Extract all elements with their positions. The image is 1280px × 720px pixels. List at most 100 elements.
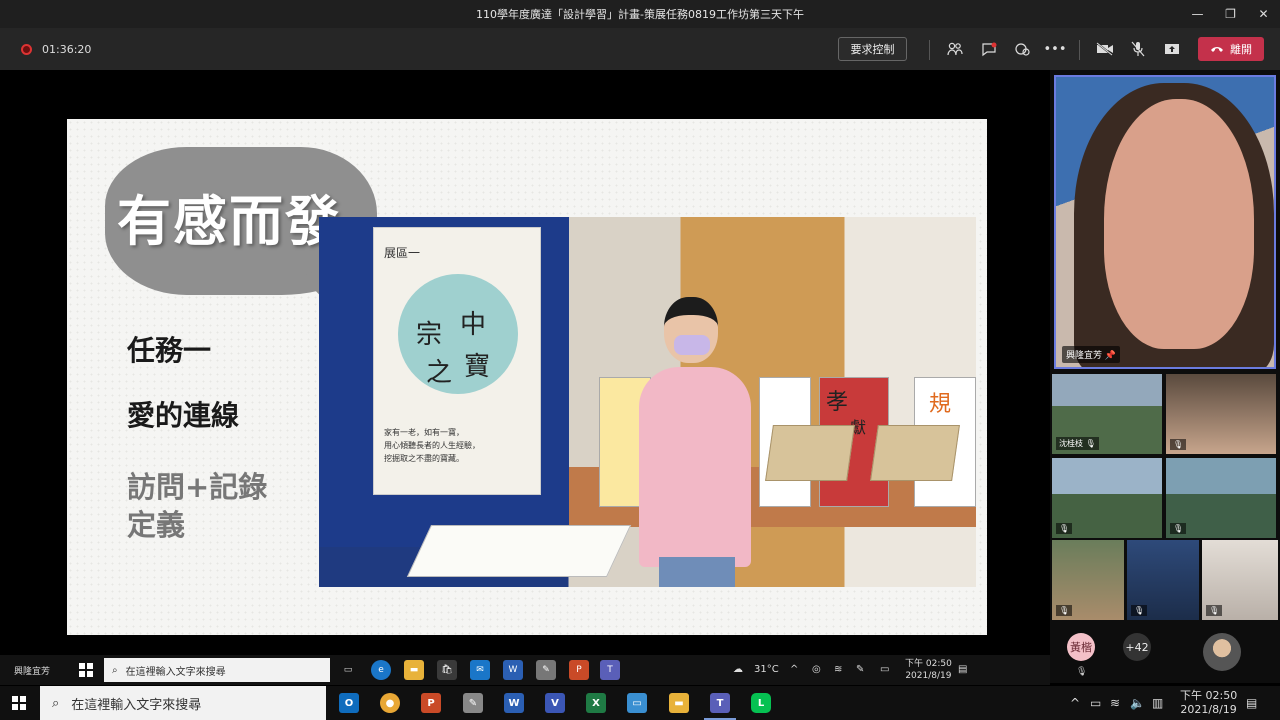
edge-icon: e bbox=[371, 660, 391, 680]
card-char: 孝 bbox=[826, 390, 849, 415]
pinned-video[interactable]: 興隆宜芳 📌 bbox=[1054, 75, 1276, 369]
powerpoint-icon[interactable]: P bbox=[421, 693, 441, 713]
powerpoint-icon: P bbox=[569, 660, 589, 680]
shared-time: 下午 02:50 bbox=[905, 659, 952, 669]
sharer-name: 興隆宜芳 bbox=[14, 667, 51, 677]
pinned-name: 興隆宜芳 📌 bbox=[1062, 346, 1121, 363]
phone-hangup-icon bbox=[1210, 43, 1224, 56]
photo-student-legs bbox=[659, 557, 735, 587]
shared-search-box: ⌕ 在這裡輸入文字來搜尋 bbox=[104, 658, 330, 682]
weather-icon: ☁ bbox=[733, 664, 743, 675]
mic-off-icon: 🎙 bbox=[1056, 523, 1073, 534]
tray-chevron-icon: ^ bbox=[790, 664, 799, 675]
taskbar-search-box[interactable]: ⌕ 在這裡輸入文字來搜尋 bbox=[40, 686, 326, 720]
shared-clock: 下午 02:50 2021/8/19 bbox=[905, 658, 952, 682]
search-icon: ⌕ bbox=[112, 664, 118, 676]
chat-icon[interactable] bbox=[979, 39, 999, 59]
word-icon: W bbox=[503, 660, 523, 680]
poster-char: 寶 bbox=[464, 352, 491, 382]
shared-screen: 有感而發 任務一 愛的連線 訪問+記錄 定義 展區一 宗 中 之 寶 家有一老，… bbox=[5, 73, 1050, 683]
tray-chevron-icon[interactable]: ^ bbox=[1070, 696, 1080, 710]
poster-line: 用心傾聽長者的人生經驗， bbox=[384, 441, 480, 450]
excel-icon[interactable]: X bbox=[586, 693, 606, 713]
task-view-icon: ▭ bbox=[343, 665, 353, 675]
camera-off-icon[interactable] bbox=[1095, 39, 1115, 59]
toolbar-divider bbox=[929, 40, 930, 60]
exhibition-photo: 展區一 宗 中 之 寶 家有一老，如有一寶， 用心傾聽長者的人生經驗， 挖掘取之… bbox=[319, 217, 976, 587]
reactions-icon[interactable] bbox=[1012, 39, 1032, 59]
wifi-icon[interactable]: ≋ bbox=[1110, 696, 1120, 710]
poster-char: 宗 bbox=[416, 320, 443, 350]
wifi-icon: ≋ bbox=[834, 664, 843, 675]
line-icon[interactable]: L bbox=[751, 693, 771, 713]
presentation-slide: 有感而發 任務一 愛的連線 訪問+記錄 定義 展區一 宗 中 之 寶 家有一老，… bbox=[67, 119, 987, 635]
taskbar-clock[interactable]: 下午 02:50 2021/8/19 bbox=[1180, 689, 1237, 717]
share-icon[interactable] bbox=[1162, 39, 1182, 59]
participant-tile[interactable]: 🎙 bbox=[1202, 540, 1278, 620]
mic-off-icon[interactable] bbox=[1128, 39, 1148, 59]
tile-name: 沈桂枝 🎙 bbox=[1056, 437, 1099, 450]
windows-start-button[interactable] bbox=[12, 696, 26, 710]
photo-student-mask bbox=[674, 335, 710, 355]
taskbar-date: 2021/8/19 bbox=[1180, 703, 1237, 716]
poster-heading: 展區一 bbox=[384, 246, 421, 260]
participant-tile[interactable]: 🎙 bbox=[1127, 540, 1199, 620]
participant-avatar[interactable] bbox=[1203, 633, 1241, 671]
maximize-button[interactable]: ❐ bbox=[1214, 0, 1247, 28]
card-char: 規 bbox=[929, 392, 952, 417]
shared-screen-taskbar: 興隆宜芳 ⌕ 在這裡輸入文字來搜尋 ▭ e ▬ 🛍 ✉ W ✎ P T ☁ 31… bbox=[0, 655, 1050, 685]
photo-book-stand bbox=[870, 425, 960, 481]
network-icon: ◎ bbox=[812, 664, 821, 675]
chrome-icon[interactable]: ● bbox=[380, 693, 400, 713]
paint-icon[interactable]: ✎ bbox=[463, 693, 483, 713]
task-heading: 任務一 bbox=[127, 334, 212, 367]
visio-icon[interactable]: V bbox=[545, 693, 565, 713]
task-steps-line2: 定義 bbox=[127, 508, 186, 542]
participant-panel: 興隆宜芳 📌 沈桂枝 🎙 🎙 🎙 🎙 🎙 🎙 🎙 bbox=[1050, 70, 1280, 683]
participant-tile[interactable]: 🎙 bbox=[1052, 540, 1124, 620]
mic-off-icon: 🎙 bbox=[1085, 439, 1096, 448]
leave-label: 離開 bbox=[1230, 43, 1252, 56]
taskbar-time: 下午 02:50 bbox=[1180, 689, 1238, 702]
task-name: 愛的連線 bbox=[127, 399, 240, 432]
pen-icon: ✎ bbox=[856, 664, 865, 675]
poster-text: 家有一老，如有一寶， 用心傾聽長者的人生經驗， 挖掘取之不盡的寶藏。 bbox=[384, 426, 534, 465]
photo-floor-poster bbox=[406, 525, 632, 577]
leave-button[interactable]: 離開 bbox=[1198, 37, 1264, 61]
word-icon[interactable]: W bbox=[504, 693, 524, 713]
poster-line: 家有一老，如有一寶， bbox=[384, 428, 464, 437]
poster-char: 之 bbox=[426, 358, 453, 388]
notification-icon[interactable]: ▤ bbox=[1246, 696, 1257, 710]
participant-tile[interactable]: 🎙 bbox=[1166, 374, 1276, 454]
ime-icon[interactable]: ▥ bbox=[1152, 696, 1163, 710]
participant-tile[interactable]: 沈桂枝 🎙 bbox=[1052, 374, 1162, 454]
participant-avatar[interactable]: 黃楷 bbox=[1067, 633, 1095, 661]
mic-off-icon: 🎙 bbox=[1170, 523, 1187, 534]
close-button[interactable]: ✕ bbox=[1247, 0, 1280, 28]
request-control-button[interactable]: 要求控制 bbox=[838, 37, 907, 61]
more-participants-badge[interactable]: +42 bbox=[1123, 633, 1151, 661]
mic-off-icon: 🎙 bbox=[1056, 605, 1073, 616]
people-icon[interactable] bbox=[945, 39, 965, 59]
minimize-button[interactable]: — bbox=[1181, 0, 1214, 28]
pin-icon: 📌 bbox=[1104, 351, 1117, 361]
windows-start-icon bbox=[79, 663, 93, 677]
participant-tile[interactable]: 🎙 bbox=[1052, 458, 1162, 538]
toolbar-divider bbox=[1079, 40, 1080, 60]
paint-icon: ✎ bbox=[536, 660, 556, 680]
outlook-icon[interactable]: O bbox=[339, 693, 359, 713]
more-icon[interactable]: ••• bbox=[1044, 39, 1067, 59]
speaker-face bbox=[1104, 99, 1254, 349]
volume-icon[interactable]: 🔈 bbox=[1130, 696, 1145, 710]
remote-desktop-icon[interactable]: ▭ bbox=[627, 693, 647, 713]
participant-tile[interactable]: 🎙 bbox=[1166, 458, 1276, 538]
search-icon: ⌕ bbox=[52, 695, 60, 711]
window-controls: — ❐ ✕ bbox=[1181, 0, 1280, 28]
meeting-timer: 01:36:20 bbox=[42, 42, 92, 56]
file-explorer-icon[interactable]: ▬ bbox=[669, 693, 689, 713]
mic-off-icon: 🎙 bbox=[1206, 605, 1223, 616]
teams-icon[interactable]: T bbox=[704, 693, 736, 720]
mic-off-icon: 🎙 bbox=[1170, 439, 1187, 450]
task-steps-line1: 訪問+記錄 bbox=[127, 470, 268, 504]
battery-icon[interactable]: ▭ bbox=[1090, 696, 1101, 710]
